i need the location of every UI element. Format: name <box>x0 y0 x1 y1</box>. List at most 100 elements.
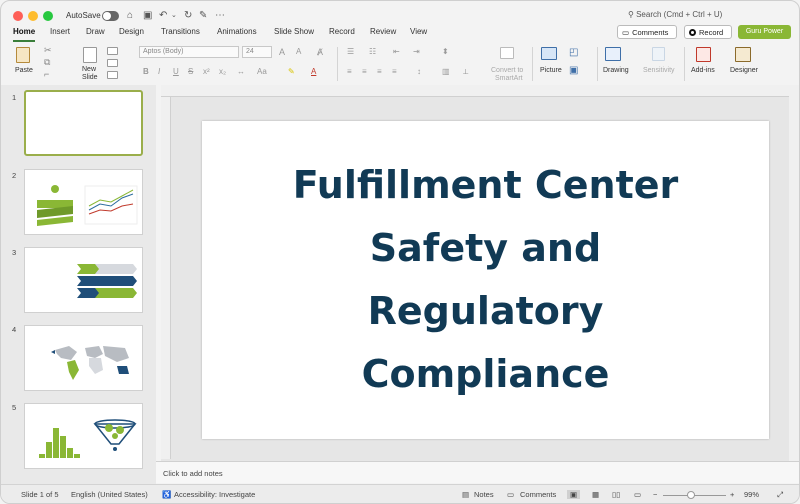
decrease-font-icon[interactable]: A <box>296 47 301 56</box>
undo-dropdown-icon[interactable]: ⌄ <box>171 10 177 21</box>
save-icon[interactable]: ▣ <box>143 10 152 21</box>
justify-icon[interactable]: ≡ <box>392 67 397 76</box>
autosave-toggle[interactable] <box>102 11 119 21</box>
new-slide-icon[interactable] <box>83 47 97 63</box>
font-size-select[interactable]: 24 <box>242 46 272 58</box>
picture-label[interactable]: Picture <box>540 67 562 74</box>
tab-review[interactable]: Review <box>370 27 396 36</box>
convert-smartart-label-2[interactable]: SmartArt <box>495 75 523 82</box>
vertical-scrollbar[interactable] <box>789 85 799 461</box>
zoom-out-icon[interactable]: − <box>653 490 657 499</box>
record-button[interactable]: Record <box>684 25 732 39</box>
addins-icon[interactable] <box>696 47 711 62</box>
notes-toggle-icon[interactable]: ▤ <box>462 490 469 499</box>
minimize-window-button[interactable] <box>28 11 38 21</box>
language-status[interactable]: English (United States) <box>71 490 148 499</box>
reset-icon[interactable] <box>107 59 118 67</box>
highlight-icon[interactable]: ✎ <box>288 67 295 76</box>
zoom-window-button[interactable] <box>43 11 53 21</box>
bold-button[interactable]: B <box>143 67 149 76</box>
undo-icon[interactable]: ↶ <box>159 10 167 21</box>
layout-icon[interactable] <box>107 47 118 55</box>
redo-icon[interactable]: ↻ <box>184 10 192 21</box>
new-slide-label-2[interactable]: Slide <box>82 74 98 81</box>
increase-font-icon[interactable]: A <box>279 47 285 57</box>
slide-title[interactable]: Fulfillment Center Safety and Regulatory… <box>236 154 736 406</box>
tab-record[interactable]: Record <box>329 27 355 36</box>
underline-button[interactable]: U <box>173 67 179 76</box>
font-color-icon[interactable]: A <box>311 67 316 76</box>
slide-thumbnail-5[interactable] <box>24 403 143 469</box>
comments-toggle-icon[interactable]: ▭ <box>507 490 514 499</box>
align-right-icon[interactable]: ≡ <box>377 67 382 76</box>
zoom-in-icon[interactable]: + <box>730 490 734 499</box>
textbox-icon[interactable]: ▣ <box>569 65 578 76</box>
cut-icon[interactable]: ✂ <box>44 45 52 56</box>
designer-label[interactable]: Designer <box>730 67 758 74</box>
decrease-indent-icon[interactable]: ⇤ <box>393 47 400 56</box>
font-name-select[interactable]: Aptos (Body) <box>139 46 239 58</box>
slide-thumbnail-3[interactable] <box>24 247 143 313</box>
strikethrough-button[interactable]: S <box>188 67 193 76</box>
increase-indent-icon[interactable]: ⇥ <box>413 47 420 56</box>
superscript-button[interactable]: x² <box>203 67 210 76</box>
zoom-slider-handle[interactable] <box>687 491 695 499</box>
align-center-icon[interactable]: ≡ <box>362 67 367 76</box>
columns-icon[interactable]: ▥ <box>442 67 450 76</box>
align-text-icon[interactable]: ⬍ <box>442 47 449 56</box>
line-spacing-icon[interactable]: ↕ <box>417 67 421 76</box>
tab-animations[interactable]: Animations <box>217 27 257 36</box>
tab-transitions[interactable]: Transitions <box>161 27 200 36</box>
change-case-icon[interactable]: Aa <box>257 67 267 76</box>
normal-view-icon[interactable]: ▣ <box>567 490 581 499</box>
fit-slide-icon[interactable]: ⤢ <box>777 490 783 500</box>
clear-format-icon[interactable]: Ⱥ <box>317 47 323 57</box>
numbering-icon[interactable]: ☷ <box>369 47 376 56</box>
addins-label[interactable]: Add-ins <box>691 67 715 74</box>
tab-slide-show[interactable]: Slide Show <box>274 27 314 36</box>
slide-thumbnail-2[interactable] <box>24 169 143 235</box>
tab-view[interactable]: View <box>410 27 427 36</box>
convert-smartart-label-1[interactable]: Convert to <box>491 67 523 74</box>
shapes-icon[interactable]: ◰ <box>569 47 578 58</box>
new-slide-label-1[interactable]: New <box>82 66 96 73</box>
subscript-button[interactable]: x₂ <box>219 67 226 76</box>
format-painter-ribbon-icon[interactable]: ⌐ <box>44 69 49 79</box>
home-icon[interactable]: ⌂ <box>127 10 133 21</box>
tab-insert[interactable]: Insert <box>50 27 70 36</box>
drawing-icon[interactable] <box>605 47 621 61</box>
designer-icon[interactable] <box>735 47 751 62</box>
slide-canvas[interactable]: Fulfillment Center Safety and Regulatory… <box>202 121 769 439</box>
tab-design[interactable]: Design <box>119 27 144 36</box>
notes-toggle[interactable]: Notes <box>474 490 494 499</box>
text-direction-icon[interactable]: ⟂ <box>463 67 468 77</box>
drawing-label[interactable]: Drawing <box>603 67 629 74</box>
italic-button[interactable]: I <box>158 67 160 76</box>
reading-view-icon[interactable]: ▯▯ <box>612 490 620 499</box>
zoom-level[interactable]: 99% <box>744 490 759 499</box>
comments-button[interactable]: ▭ Comments <box>617 25 677 39</box>
slideshow-view-icon[interactable]: ▭ <box>634 490 641 499</box>
more-icon[interactable]: ⋯ <box>215 10 225 21</box>
picture-icon[interactable] <box>541 47 557 60</box>
tab-home[interactable]: Home <box>13 27 35 36</box>
copy-icon[interactable]: ⧉ <box>44 57 50 68</box>
align-left-icon[interactable]: ≡ <box>347 67 352 76</box>
paste-icon[interactable] <box>16 47 30 63</box>
accessibility-status[interactable]: Accessibility: Investigate <box>174 490 255 499</box>
guru-power-button[interactable]: Guru Power <box>738 25 791 39</box>
search-field[interactable]: ⚲ Search (Cmd + Ctrl + U) <box>628 10 722 19</box>
format-painter-icon[interactable]: ✎ <box>199 10 207 21</box>
tab-draw[interactable]: Draw <box>86 27 105 36</box>
sensitivity-icon[interactable] <box>652 47 665 61</box>
paste-label[interactable]: Paste <box>15 67 33 74</box>
bullets-icon[interactable]: ☰ <box>347 47 354 56</box>
comments-toggle[interactable]: Comments <box>520 490 556 499</box>
smartart-icon[interactable] <box>500 47 514 59</box>
sensitivity-label[interactable]: Sensitivity <box>643 67 675 74</box>
slide-sorter-icon[interactable]: ▦ <box>592 490 599 499</box>
notes-pane[interactable]: Click to add notes <box>156 461 799 483</box>
char-spacing-icon[interactable]: ↔ <box>237 67 245 76</box>
section-icon[interactable] <box>107 71 118 79</box>
slide-thumbnail-1[interactable] <box>24 90 143 156</box>
